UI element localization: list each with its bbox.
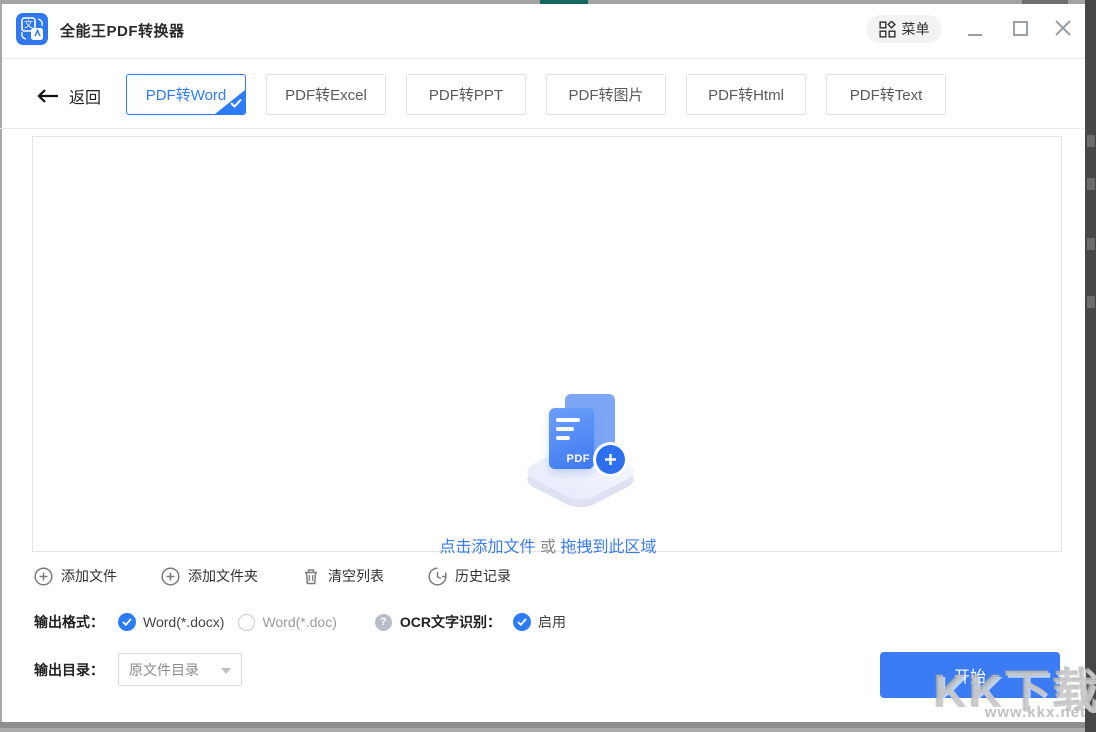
text-line (556, 436, 570, 440)
window-bottom-border (0, 728, 1085, 732)
tab-pdf-to-html[interactable]: PDF转Html (686, 74, 806, 115)
ocr-enabled-label: 启用 (538, 612, 566, 632)
app-window: 文 全能王PDF转换器 菜单 (0, 0, 1096, 732)
ocr-label: OCR文字识别： (400, 612, 501, 632)
file-drop-zone[interactable]: PDF 点击添加文件 或 拖拽到此区域 (32, 136, 1062, 552)
output-dir-row: 输出目录： 原文件目录 (34, 653, 242, 686)
radio-label: Word(*.doc) (262, 614, 336, 630)
radio-checked-icon (118, 613, 136, 631)
tab-label: PDF转图片 (568, 84, 643, 105)
maximize-button[interactable] (1013, 21, 1028, 36)
list-toolbar: 添加文件 添加文件夹 清空列表 (34, 566, 511, 586)
checkbox-checked-icon (513, 613, 531, 631)
selected-corner (215, 90, 245, 114)
add-file-label: 添加文件 (61, 566, 117, 586)
app-title: 全能王PDF转换器 (60, 20, 185, 41)
output-dir-select[interactable]: 原文件目录 (118, 653, 242, 686)
pdf-documents-icon: PDF (518, 390, 643, 515)
background-artifact (1087, 296, 1095, 308)
trash-icon (302, 567, 320, 586)
add-folder-button[interactable]: 添加文件夹 (161, 566, 258, 586)
tab-pdf-to-image[interactable]: PDF转图片 (546, 74, 666, 115)
ocr-enable-checkbox[interactable]: 启用 (513, 612, 566, 632)
history-label: 历史记录 (455, 566, 511, 586)
plus-circle-icon (161, 567, 180, 586)
output-dir-value: 原文件目录 (129, 660, 199, 680)
text-line (556, 418, 580, 422)
back-arrow-icon (36, 88, 60, 104)
radio-unchecked-icon (238, 614, 255, 631)
menu-button-label: 菜单 (902, 19, 930, 39)
tab-label: PDF转Text (850, 84, 923, 105)
back-label: 返回 (69, 84, 101, 108)
title-bar: 文 全能王PDF转换器 菜单 (2, 4, 1085, 59)
watermark-url: www.kkx.net (985, 704, 1086, 721)
question-icon[interactable]: ? (375, 614, 392, 631)
pdf-label: PDF (567, 453, 591, 465)
window-left-border (0, 4, 2, 722)
svg-text:文: 文 (24, 19, 33, 31)
chevron-down-icon (221, 668, 231, 674)
add-folder-label: 添加文件夹 (188, 566, 258, 586)
background-behind-window (1085, 0, 1096, 732)
output-dir-label: 输出目录： (34, 660, 104, 680)
minimize-button[interactable] (968, 34, 982, 36)
ocr-help[interactable]: ? (375, 614, 392, 631)
clear-list-button[interactable]: 清空列表 (302, 566, 384, 586)
menu-button[interactable]: 菜单 (866, 15, 942, 43)
add-file-button[interactable]: 添加文件 (34, 566, 117, 586)
drag-here-text: 拖拽到此区域 (560, 539, 656, 556)
clear-list-label: 清空列表 (328, 566, 384, 586)
grid-menu-icon (879, 21, 896, 38)
output-format-row: 输出格式： Word(*.docx) Word(*.doc) ? OCR文字识别… (34, 612, 566, 632)
text-line (556, 427, 574, 431)
radio-word-doc[interactable]: Word(*.doc) (238, 614, 336, 631)
dropzone-hint: 点击添加文件 或 拖拽到此区域 (33, 533, 1063, 557)
tab-pdf-to-text[interactable]: PDF转Text (826, 74, 946, 115)
check-icon (230, 98, 242, 108)
radio-word-docx[interactable]: Word(*.docx) (118, 613, 224, 631)
background-artifact (1087, 178, 1095, 190)
tab-pdf-to-excel[interactable]: PDF转Excel (266, 74, 386, 115)
document-page-front: PDF (549, 408, 594, 469)
close-icon (1052, 17, 1074, 39)
history-button[interactable]: 历史记录 (428, 566, 511, 586)
tabs-divider (0, 128, 1085, 129)
click-to-add-link[interactable]: 点击添加文件 (440, 539, 536, 556)
add-plus-icon (596, 445, 625, 474)
tab-pdf-to-ppt[interactable]: PDF转PPT (406, 74, 526, 115)
tab-label: PDF转PPT (429, 84, 503, 105)
plus-circle-icon (34, 567, 53, 586)
radio-label: Word(*.docx) (143, 614, 224, 630)
back-button[interactable]: 返回 (36, 84, 101, 108)
output-format-label: 输出格式： (34, 612, 104, 632)
history-clock-icon (428, 567, 447, 586)
tab-label: PDF转Excel (285, 84, 367, 105)
tab-pdf-to-word[interactable]: PDF转Word (126, 74, 246, 115)
hint-or-text: 或 (536, 539, 561, 556)
background-artifact (1087, 135, 1095, 147)
tab-label: PDF转Html (708, 84, 784, 105)
app-logo-icon: 文 (16, 13, 48, 45)
background-artifact (1087, 238, 1095, 250)
close-button[interactable] (1052, 17, 1074, 39)
